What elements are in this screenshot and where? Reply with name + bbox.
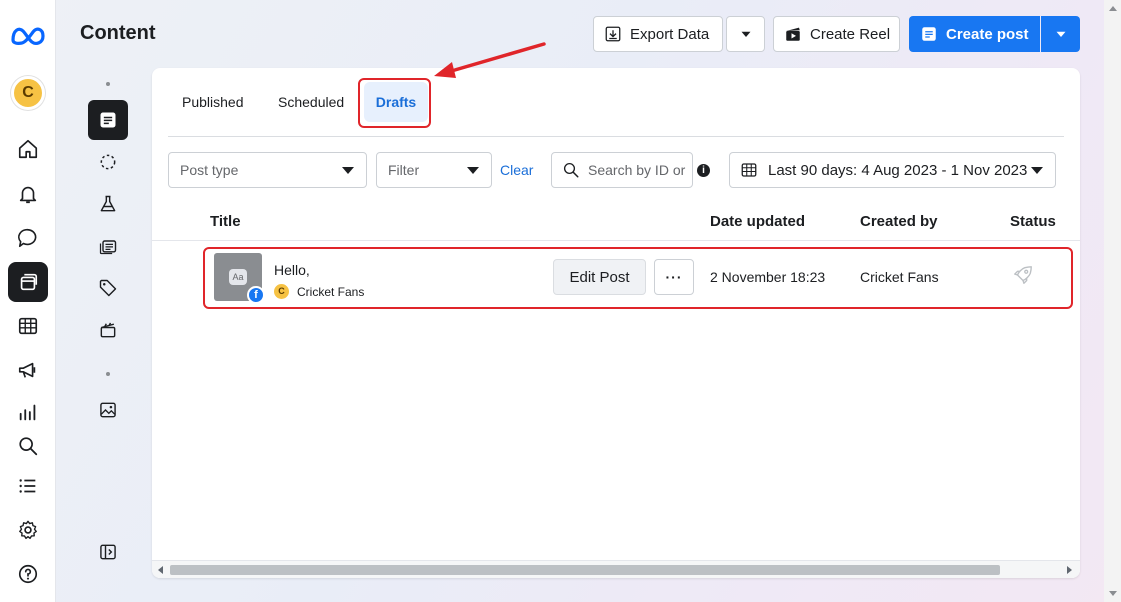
panel-toggle-icon[interactable] (88, 532, 128, 572)
create-post-button[interactable]: Create post (909, 16, 1040, 52)
export-options-dropdown[interactable] (726, 16, 765, 52)
scroll-down-arrow[interactable] (1109, 591, 1117, 596)
export-data-label: Export Data (630, 25, 710, 43)
facebook-icon: f (247, 286, 265, 304)
tab-published[interactable]: Published (182, 88, 244, 116)
tab-scheduled[interactable]: Scheduled (278, 88, 344, 116)
chevron-down-icon (1031, 167, 1043, 174)
date-range-picker[interactable]: Last 90 days: 4 Aug 2023 - 1 Nov 2023 (729, 152, 1056, 188)
flask-icon[interactable] (88, 184, 128, 224)
tabs-divider (168, 136, 1064, 137)
vertical-scrollbar[interactable] (1104, 0, 1121, 602)
megaphone-icon[interactable] (8, 350, 48, 390)
create-reel-button[interactable]: Create Reel (773, 16, 900, 52)
table-header-divider (152, 240, 1080, 241)
search-input[interactable]: Search by ID or (551, 152, 693, 188)
clapperboard-icon[interactable] (88, 310, 128, 350)
scroll-right-arrow[interactable] (1067, 566, 1072, 574)
content-panel: Published Scheduled Drafts Post type Fil… (152, 68, 1080, 578)
page-avatar[interactable]: C (11, 76, 45, 110)
rocket-icon (1014, 266, 1032, 284)
post-page-name: Cricket Fans (297, 284, 365, 299)
column-header-status[interactable]: Status (1010, 213, 1056, 230)
clapperboard-icon (786, 27, 800, 41)
image-icon[interactable] (88, 390, 128, 430)
info-icon[interactable]: i (697, 164, 710, 177)
create-post-options-dropdown[interactable] (1041, 16, 1080, 52)
content-subnavigation (86, 70, 130, 570)
scroll-left-arrow[interactable] (158, 566, 163, 574)
horizontal-scrollbar[interactable] (152, 560, 1080, 578)
page-title: Content (80, 22, 156, 44)
date-range-label: Last 90 days: 4 Aug 2023 - 1 Nov 2023 (768, 161, 1028, 179)
list-icon[interactable] (8, 466, 48, 506)
chevron-down-icon (741, 31, 750, 37)
chevron-down-icon (467, 167, 479, 174)
annotation-arrow-icon (434, 42, 546, 78)
separator-dot (106, 372, 110, 376)
content-icon[interactable] (8, 262, 48, 302)
search-placeholder: Search by ID or (588, 162, 686, 178)
tab-drafts[interactable]: Drafts (364, 82, 428, 122)
more-options-button[interactable]: ··· (654, 259, 694, 295)
create-post-label: Create post (946, 25, 1029, 43)
meta-logo-icon[interactable] (10, 24, 46, 48)
chat-icon[interactable] (8, 218, 48, 258)
left-navigation-rail: C (0, 0, 56, 602)
scrollbar-thumb[interactable] (170, 565, 1000, 575)
filter-placeholder: Filter (388, 162, 420, 178)
date-updated-cell: 2 November 18:23 (710, 269, 826, 285)
calendar-icon (741, 163, 757, 177)
clear-filters-link[interactable]: Clear (500, 162, 533, 178)
bell-icon[interactable] (8, 174, 48, 214)
tag-icon[interactable] (88, 268, 128, 308)
export-data-button[interactable]: Export Data (593, 16, 723, 52)
created-by-cell: Cricket Fans (860, 269, 939, 285)
post-type-select[interactable]: Post type (168, 152, 367, 188)
chevron-down-icon (1056, 31, 1065, 37)
search-icon[interactable] (8, 426, 48, 466)
column-header-title[interactable]: Title (210, 213, 241, 230)
loading-circle-icon[interactable] (88, 142, 128, 182)
compose-icon (922, 27, 936, 41)
separator-dot (106, 82, 110, 86)
chevron-down-icon (342, 167, 354, 174)
home-icon[interactable] (8, 129, 48, 169)
create-reel-label: Create Reel (810, 25, 891, 43)
column-header-created-by[interactable]: Created by (860, 213, 938, 230)
column-header-date-updated[interactable]: Date updated (710, 213, 805, 230)
post-page-chip: C Cricket Fans (274, 284, 364, 299)
gear-icon[interactable] (8, 510, 48, 550)
posts-icon[interactable] (88, 100, 128, 140)
calendar-grid-icon[interactable] (8, 306, 48, 346)
text-post-icon: Aa (229, 269, 247, 285)
help-icon[interactable] (8, 554, 48, 594)
ads-icon[interactable] (88, 226, 128, 266)
download-icon (605, 26, 621, 42)
table-row[interactable]: Aa f Hello, C Cricket Fans Edit Post ···… (152, 248, 1080, 308)
filter-select[interactable]: Filter (376, 152, 492, 188)
scroll-up-arrow[interactable] (1109, 6, 1117, 11)
edit-post-button[interactable]: Edit Post (553, 259, 646, 295)
page-mini-avatar: C (274, 284, 289, 299)
post-type-placeholder: Post type (180, 162, 239, 178)
search-icon (563, 162, 579, 178)
post-title-text[interactable]: Hello, (274, 262, 310, 278)
